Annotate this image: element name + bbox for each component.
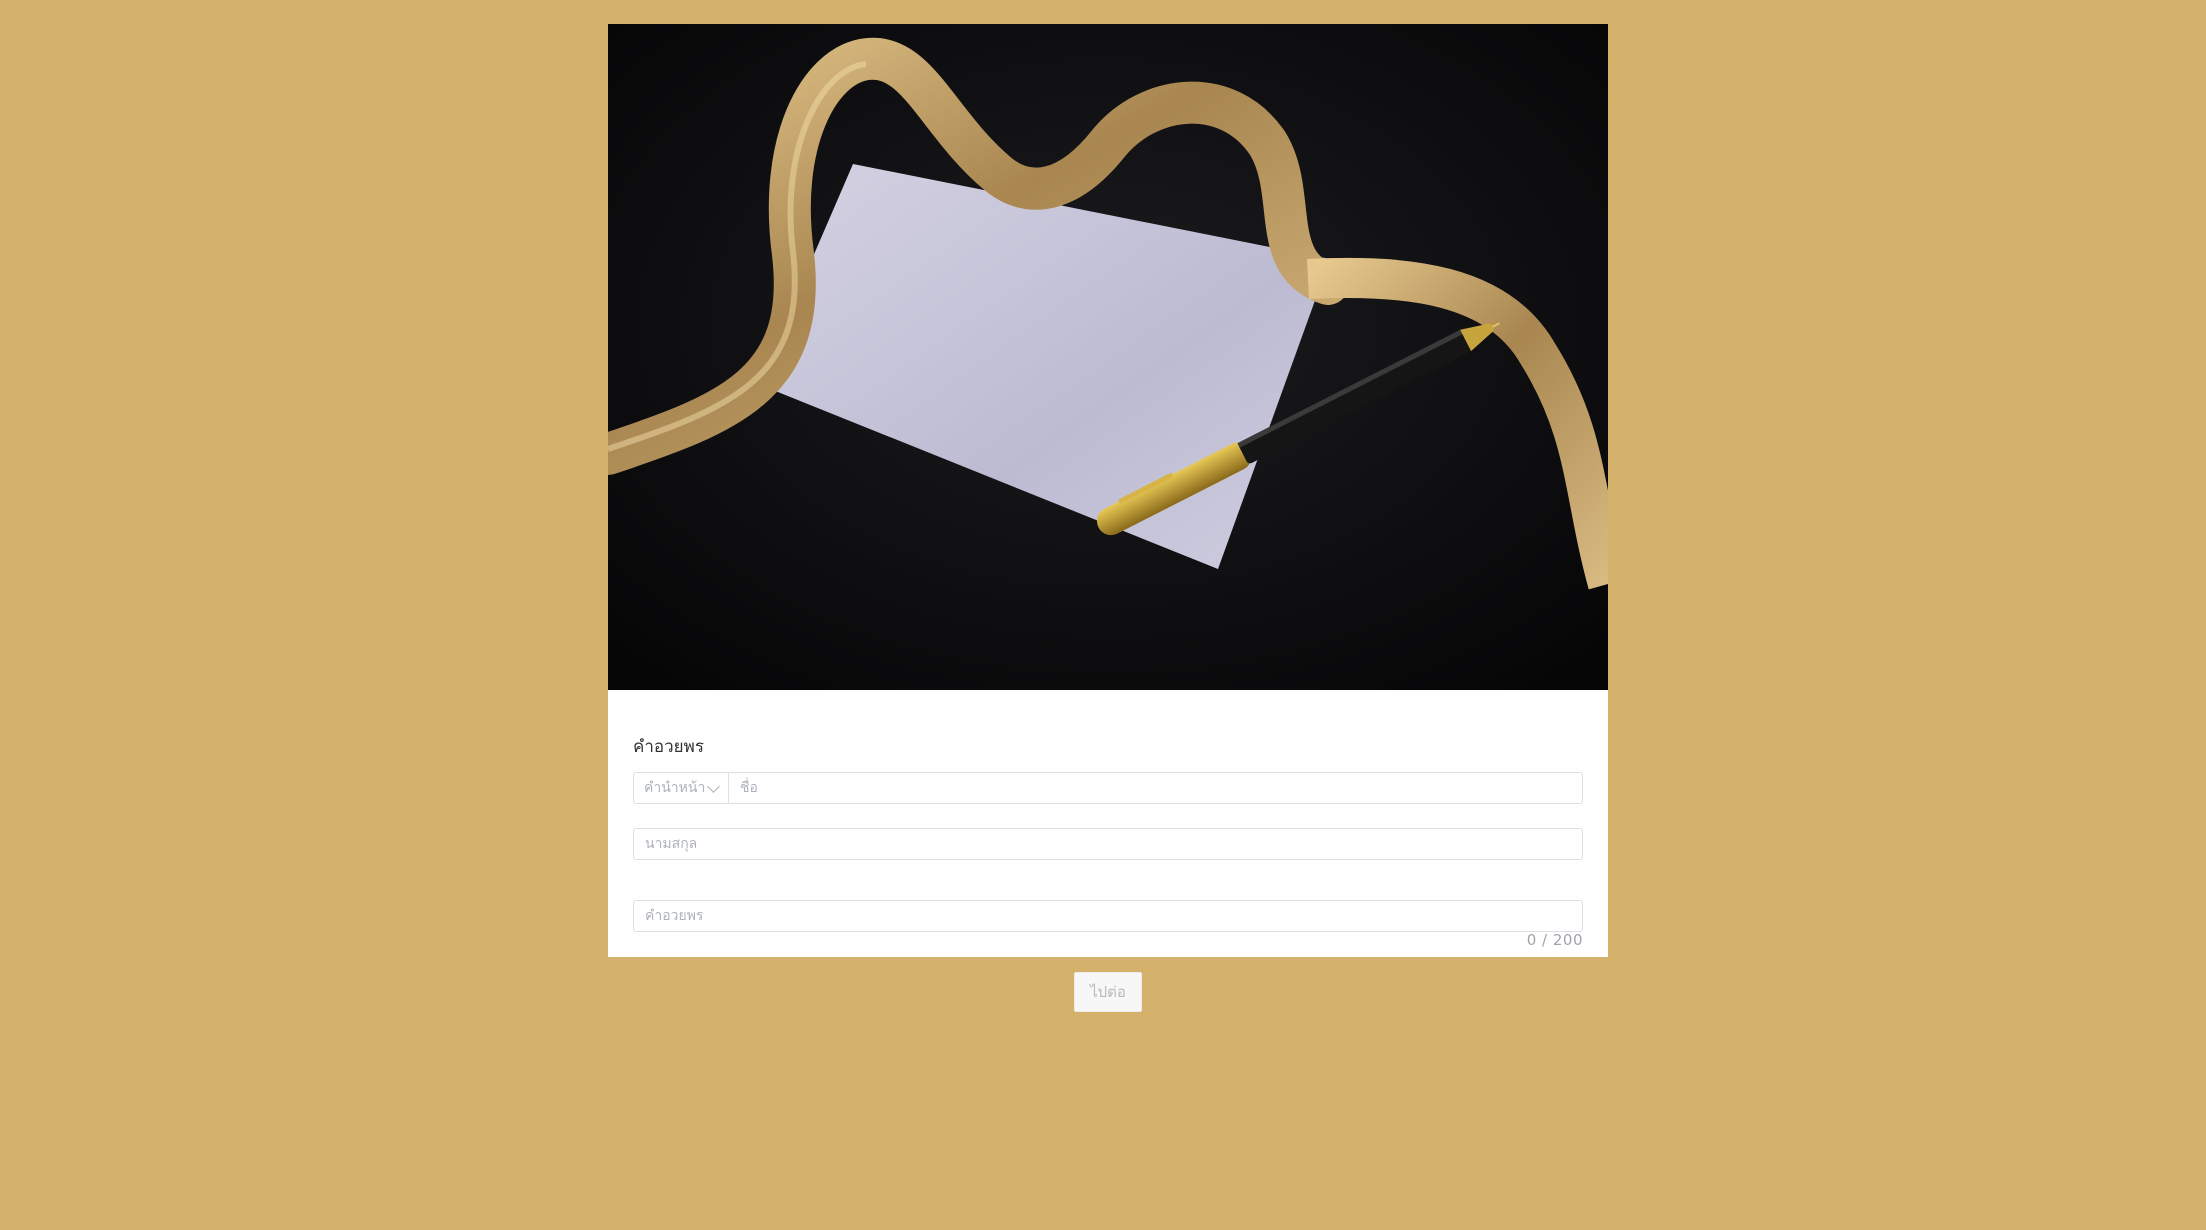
chevron-down-icon xyxy=(707,779,720,793)
next-button[interactable]: ไปต่อ xyxy=(1074,972,1142,1012)
hero-image xyxy=(608,24,1608,690)
character-counter: 0 / 200 xyxy=(1526,931,1583,949)
prefix-select[interactable]: คำนำหน้า xyxy=(633,772,728,804)
last-name-input[interactable] xyxy=(633,828,1583,860)
blessing-input[interactable] xyxy=(633,900,1583,932)
first-name-input[interactable] xyxy=(728,772,1583,804)
blessing-card: คำอวยพร คำนำหน้า 0 / 200 xyxy=(608,24,1608,957)
section-title: คำอวยพร xyxy=(633,737,704,757)
card-ribbon-pen-photo xyxy=(608,24,1608,690)
name-row: คำนำหน้า xyxy=(633,772,1583,804)
prefix-placeholder: คำนำหน้า xyxy=(644,780,706,796)
